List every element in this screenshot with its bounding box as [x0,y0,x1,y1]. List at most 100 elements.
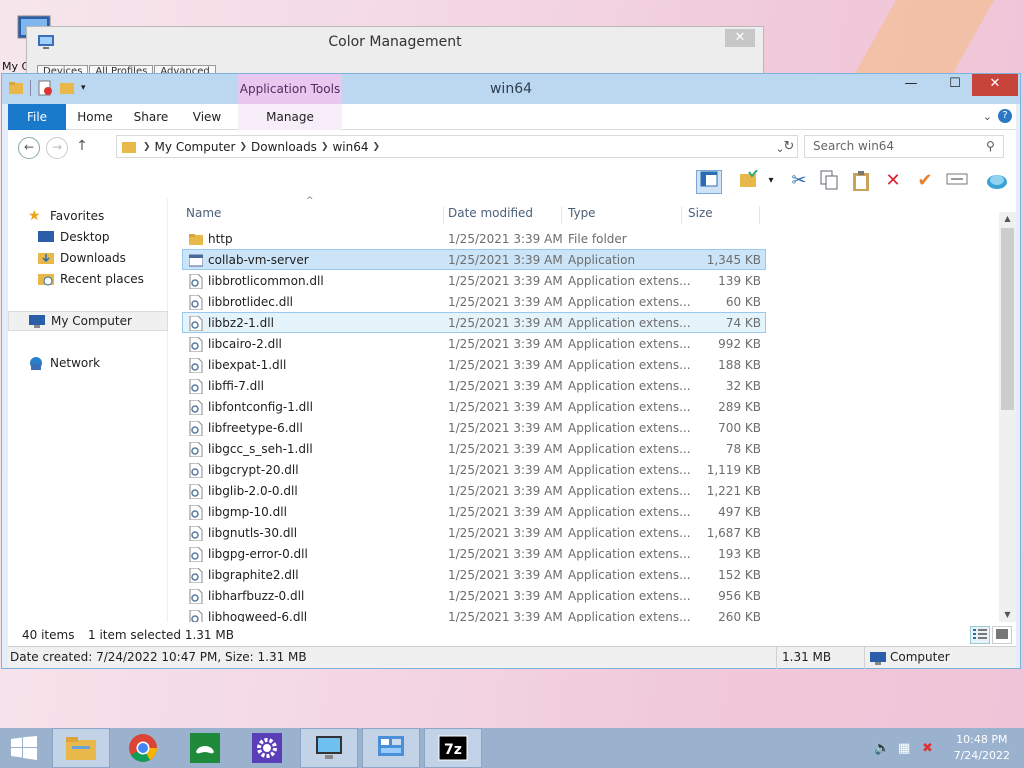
computer-icon [870,652,886,665]
file-row[interactable]: libfreetype-6.dll 1/25/2021 3:39 AM Applic… [182,417,766,438]
scroll-down-icon[interactable]: ▼ [999,608,1016,622]
nav-favorites[interactable]: ★ Favorites [28,206,188,226]
file-row[interactable]: libharfbuzz-0.dll 1/25/2021 3:39 AM Applic… [182,585,766,606]
folder-icon[interactable] [8,80,24,96]
paste-icon[interactable] [848,170,874,194]
file-date: 1/25/2021 3:39 AM [448,442,563,456]
taskbar-chrome[interactable] [114,728,172,768]
action-center-icon[interactable]: ✖ [922,741,933,756]
file-row[interactable]: libgcrypt-20.dll 1/25/2021 3:39 AM Applica… [182,459,766,480]
file-name: libglib-2.0-0.dll [208,484,298,498]
file-row[interactable]: libffi-7.dll 1/25/2021 3:39 AM Application… [182,375,766,396]
file-type: Application extens... [568,526,691,540]
back-button[interactable]: ← [18,137,40,159]
breadcrumb-my-computer[interactable]: My Computer [155,140,236,154]
nav-network[interactable]: Network [28,353,188,373]
search-icon[interactable]: ⚲ [986,139,995,153]
tab-share[interactable]: Share [126,104,176,130]
forward-button[interactable]: → [46,137,68,159]
file-row[interactable]: libbrotlicommon.dll 1/25/2021 3:39 AM Appl… [182,270,766,291]
chevron-right-icon[interactable]: ❯ [239,142,247,152]
taskbar-control-panel[interactable] [362,728,420,768]
search-input[interactable]: Search win64 [804,135,1004,158]
details-bar: Date created: 7/24/2022 10:47 PM, Size: … [8,646,1016,669]
nav-recent-places[interactable]: Recent places [38,269,198,289]
cut-icon[interactable]: ✂ [786,170,812,194]
file-row[interactable]: libgmp-10.dll 1/25/2021 3:39 AM Applicatio… [182,501,766,522]
delete-icon[interactable]: ✕ [880,170,906,194]
tab-manage[interactable]: Manage [238,104,342,130]
taskbar-games[interactable] [176,728,234,768]
chevron-right-icon[interactable]: ❯ [321,142,329,152]
rename-icon[interactable] [944,170,970,194]
windows-start-icon[interactable] [10,736,38,760]
file-row[interactable]: libgpg-error-0.dll 1/25/2021 3:39 AM Appli… [182,543,766,564]
network-icon[interactable]: ▦ [898,741,910,756]
file-row[interactable]: libglib-2.0-0.dll 1/25/2021 3:39 AM Applic… [182,480,766,501]
tab-home[interactable]: Home [70,104,120,130]
shell-icon[interactable] [984,170,1010,194]
file-row[interactable]: libbz2-1.dll 1/25/2021 3:39 AM Application… [182,312,766,333]
help-icon[interactable]: ? [998,109,1012,123]
column-size[interactable]: Size [684,206,760,224]
file-row[interactable]: libgcc_s_seh-1.dll 1/25/2021 3:39 AM Appli… [182,438,766,459]
folder-options-icon[interactable] [736,169,762,194]
new-folder-icon[interactable] [59,80,75,96]
nav-downloads[interactable]: Downloads [38,248,198,268]
dll-file-icon [189,400,203,415]
file-date: 1/25/2021 3:39 AM [448,274,563,288]
chevron-down-icon[interactable]: ▾ [81,83,86,93]
scrollbar-thumb[interactable] [1001,228,1014,410]
minimize-button[interactable]: — [896,74,926,96]
checkmark-icon[interactable]: ✔ [912,170,938,194]
taskbar-file-explorer[interactable] [52,728,110,768]
column-date-modified[interactable]: Date modified [444,206,562,224]
close-button[interactable]: ✕ [725,29,755,47]
chevron-down-icon[interactable]: ⌄ [983,110,992,123]
file-size: 956 KB [718,589,761,603]
dll-file-icon [189,463,203,478]
file-row[interactable]: libbrotlidec.dll 1/25/2021 3:39 AM Applica… [182,291,766,312]
file-size: 60 KB [725,295,761,309]
taskbar-settings[interactable] [238,728,296,768]
address-bar[interactable]: ❯ My Computer ❯ Downloads ❯ win64 ❯ [116,135,798,158]
file-date: 1/25/2021 3:39 AM [448,463,563,477]
file-row[interactable]: http 1/25/2021 3:39 AM File folder [182,228,766,249]
breadcrumb-downloads[interactable]: Downloads [251,140,317,154]
close-button[interactable]: ✕ [972,74,1018,96]
breadcrumb-win64[interactable]: win64 [332,140,368,154]
maximize-button[interactable]: ☐ [940,74,970,96]
details-view-icon[interactable] [970,626,990,644]
preview-pane-icon[interactable] [696,170,722,194]
properties-icon[interactable] [37,80,53,96]
downloads-folder-icon [38,253,54,264]
chevron-down-icon[interactable]: ▾ [764,170,778,194]
nav-my-computer[interactable]: My Computer [8,311,168,331]
chevron-right-icon[interactable]: ❯ [143,142,151,152]
refresh-icon[interactable]: ↻ [778,137,800,159]
file-row[interactable]: libcairo-2.dll 1/25/2021 3:39 AM Applicati… [182,333,766,354]
scroll-up-icon[interactable]: ▲ [999,212,1016,226]
file-row[interactable]: libfontconfig-1.dll 1/25/2021 3:39 AM Appl… [182,396,766,417]
chevron-right-icon[interactable]: ❯ [373,142,381,152]
up-button[interactable]: ↑ [74,137,90,159]
gear-icon [252,733,282,763]
tab-file[interactable]: File [8,104,66,130]
nav-desktop[interactable]: Desktop [38,227,198,247]
column-type[interactable]: Type [564,206,682,224]
large-icons-view-icon[interactable] [992,626,1012,644]
file-row[interactable]: libexpat-1.dll 1/25/2021 3:39 AM Applicati… [182,354,766,375]
file-row[interactable]: libgnutls-30.dll 1/25/2021 3:39 AM Applica… [182,522,766,543]
vertical-scrollbar[interactable]: ▲ ▼ [999,212,1016,622]
taskbar-7zip[interactable]: 7z [424,728,482,768]
file-row[interactable]: libgraphite2.dll 1/25/2021 3:39 AM Applica… [182,564,766,585]
file-type: Application extens... [568,316,691,330]
taskbar-color-management[interactable] [300,728,358,768]
folder-icon [122,141,136,153]
file-row[interactable]: collab-vm-server 1/25/2021 3:39 AM Applica… [182,249,766,270]
clock[interactable]: 10:48 PM 7/24/2022 [954,732,1010,764]
copy-icon[interactable] [816,170,842,194]
tab-view[interactable]: View [182,104,232,130]
column-name[interactable]: Name [182,206,444,224]
volume-icon[interactable]: 🔈 [874,741,890,756]
